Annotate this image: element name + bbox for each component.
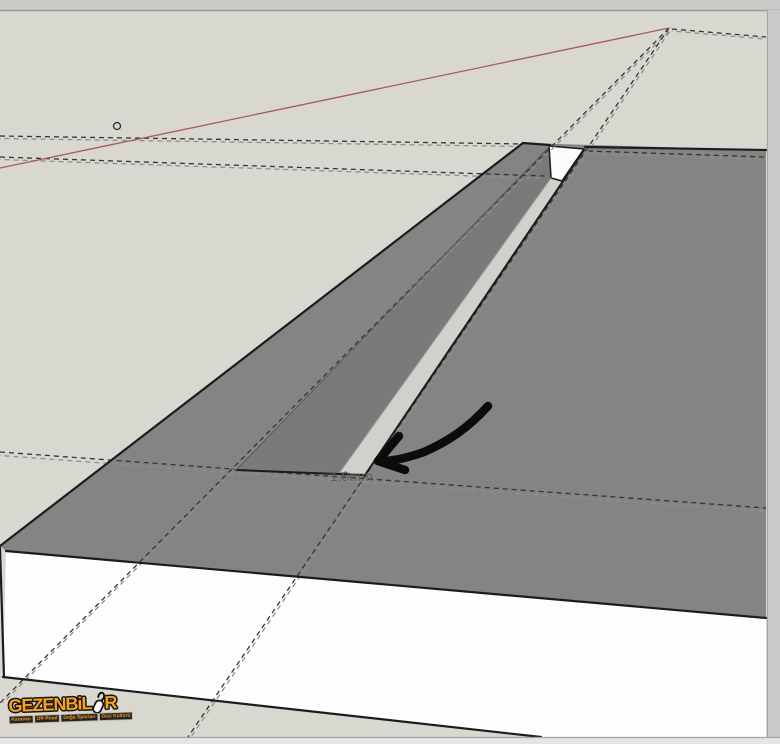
watermark-title-left: GEZENBiL xyxy=(8,694,92,715)
watermark-tag: Off-Road xyxy=(34,714,60,723)
watermark-logo: GEZENBiL R Karavan Off-Road Doğa Sporlar… xyxy=(8,688,160,726)
window-right-band[interactable] xyxy=(767,10,780,737)
watermark-title: GEZENBiL R xyxy=(8,688,160,715)
dimension-label: 1.0mm xyxy=(330,468,373,484)
watermark-tag: Gezi Kültürü xyxy=(99,712,133,721)
sketchup-viewport[interactable]: 1.0mm xyxy=(0,0,780,744)
mouse-icon xyxy=(89,689,106,716)
watermark-tag: Karavan xyxy=(9,715,34,724)
sketchup-window: 1.0mm GEZENBiL R Karavan Off-Road Doğa S… xyxy=(0,0,780,744)
watermark-tag: Doğa Sporları xyxy=(61,713,98,722)
window-top-band xyxy=(0,0,780,10)
watermark-title-right: R xyxy=(104,693,117,711)
